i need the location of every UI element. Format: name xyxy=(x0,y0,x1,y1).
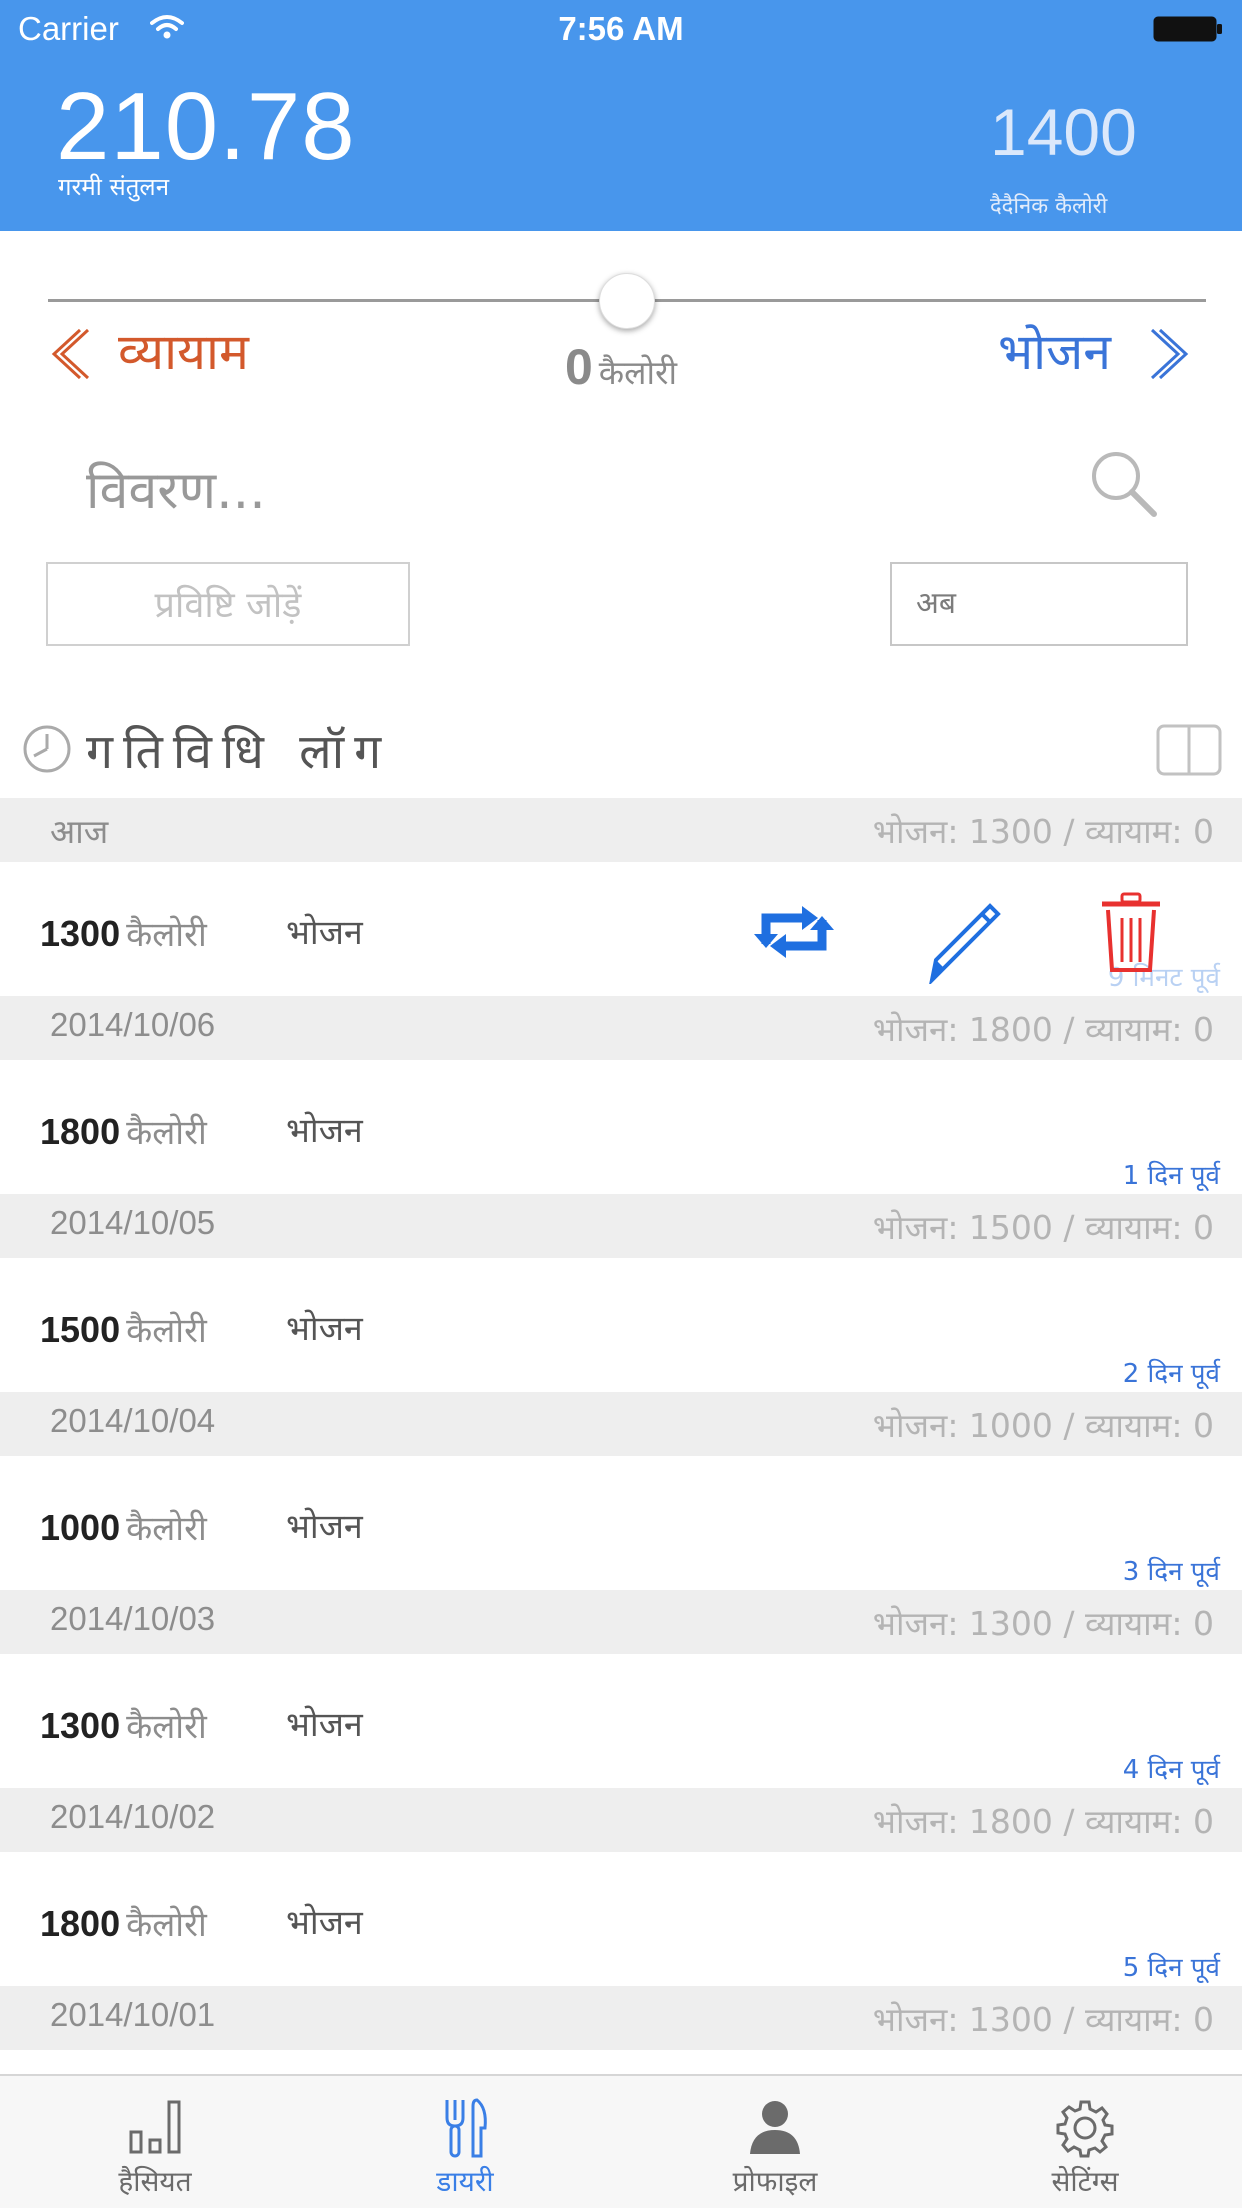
book-icon[interactable] xyxy=(1156,724,1222,776)
person-icon xyxy=(750,2101,800,2154)
log-entry-row[interactable]: 1500 कैलोरी भोजन 2 दिन पूर्व xyxy=(0,1258,1242,1392)
heat-balance-label: गरमी संतुलन xyxy=(58,173,170,201)
log-section-header: आज भोजन: 1300 / व्यायाम: 0 xyxy=(0,798,1242,862)
section-date: आज xyxy=(50,813,109,850)
log-entry-row[interactable]: 1800 कैलोरी भोजन 1 दिन पूर्व xyxy=(0,1060,1242,1194)
section-summary: भोजन: 1300 / व्यायाम: 0 xyxy=(872,2000,1214,2039)
daily-calories-value: 1400 xyxy=(990,95,1137,169)
section-summary: भोजन: 1300 / व्यायाम: 0 xyxy=(872,1604,1214,1643)
section-date: 2014/10/01 xyxy=(50,1996,216,2033)
tab-status[interactable]: हैसियत xyxy=(0,2076,310,2208)
entry-calories-value: 1300 xyxy=(40,1705,121,1746)
entry-calories-value: 1800 xyxy=(40,1903,121,1944)
chevron-right-icon[interactable] xyxy=(1150,326,1194,382)
log-entry-row[interactable]: 1300 कैलोरी भोजन 4 दिन पूर्व xyxy=(0,1654,1242,1788)
gear-icon xyxy=(1056,2100,1114,2158)
entry-time-ago: 3 दिन पूर्व xyxy=(1122,1557,1220,1587)
entry-calories-unit: कैलोरी xyxy=(126,1113,207,1153)
section-date: 2014/10/06 xyxy=(50,1006,216,1043)
clock-icon xyxy=(23,725,71,773)
tab-bar: हैसियत डायरी प्रोफाइल सेटिंग्स xyxy=(0,2074,1242,2208)
description-input[interactable] xyxy=(84,450,988,532)
add-entry-button[interactable]: प्रविष्टि जोड़ें xyxy=(46,562,410,646)
bar-chart-icon xyxy=(129,2100,181,2154)
entry-calories-value: 1000 xyxy=(40,1507,121,1548)
log-section-header: 2014/10/01 भोजन: 1300 / व्यायाम: 0 xyxy=(0,1986,1242,2050)
entry-calories: 1800 कैलोरी xyxy=(40,1108,207,1154)
entry-calories-unit: कैलोरी xyxy=(126,1707,207,1747)
entry-calories-value: 1500 xyxy=(40,1309,121,1350)
log-entry-row[interactable]: 1800 कैलोरी भोजन 5 दिन पूर्व xyxy=(0,1852,1242,1986)
entry-time-ago: 1 दिन पूर्व xyxy=(1122,1161,1220,1191)
calorie-amount-value: 0 xyxy=(564,339,593,395)
entry-calories: 1300 कैलोरी xyxy=(40,910,207,956)
entry-calories: 1500 कैलोरी xyxy=(40,1306,207,1352)
entry-time-ago: 5 दिन पूर्व xyxy=(1122,1953,1220,1983)
section-date: 2014/10/03 xyxy=(50,1600,216,1637)
daily-calories-label: दैदैनिक कैलोरी xyxy=(990,194,1108,219)
food-mode-button[interactable]: भोजन xyxy=(998,316,1111,384)
entry-calories: 1000 कैलोरी xyxy=(40,1504,207,1550)
tab-diary[interactable]: डायरी xyxy=(310,2076,620,2208)
log-section-header: 2014/10/03 भोजन: 1300 / व्यायाम: 0 xyxy=(0,1590,1242,1654)
entry-type: भोजन xyxy=(286,1111,363,1151)
entry-type: भोजन xyxy=(286,1309,363,1349)
status-time: 7:56 AM xyxy=(558,10,684,47)
heat-balance-value: 210.78 xyxy=(56,73,356,180)
section-summary: भोजन: 1300 / व्यायाम: 0 xyxy=(872,812,1214,851)
entry-calories-unit: कैलोरी xyxy=(126,1509,207,1549)
edit-icon[interactable] xyxy=(920,894,1010,984)
tab-settings[interactable]: सेटिंग्स xyxy=(930,2076,1240,2208)
time-field[interactable]: अब xyxy=(890,562,1188,646)
tab-profile[interactable]: प्रोफाइल xyxy=(620,2076,930,2208)
section-summary: भोजन: 1500 / व्यायाम: 0 xyxy=(872,1208,1214,1247)
fork-knife-icon xyxy=(445,2098,487,2158)
section-summary: भोजन: 1800 / व्यायाम: 0 xyxy=(872,1010,1214,1049)
log-section-header: 2014/10/05 भोजन: 1500 / व्यायाम: 0 xyxy=(0,1194,1242,1258)
section-date: 2014/10/04 xyxy=(50,1402,216,1439)
log-section-header: 2014/10/06 भोजन: 1800 / व्यायाम: 0 xyxy=(0,996,1242,1060)
entry-type: भोजन xyxy=(286,913,363,953)
log-entry-row[interactable]: 1300 कैलोरी भोजन 9 मिनट पूर्व xyxy=(0,862,1242,996)
summary-header: Carrier 7:56 AM 210.78 गरमी संतुलन 1400 … xyxy=(0,0,1242,231)
log-entry-row[interactable]: 1000 कैलोरी भोजन 3 दिन पूर्व xyxy=(0,1456,1242,1590)
entry-calories-unit: कैलोरी xyxy=(126,1905,207,1945)
battery-icon xyxy=(1153,16,1222,42)
entry-calories-unit: कैलोरी xyxy=(126,915,207,955)
tab-label: प्रोफाइल xyxy=(732,2165,818,2198)
section-summary: भोजन: 1800 / व्यायाम: 0 xyxy=(872,1802,1214,1841)
log-section-header: 2014/10/04 भोजन: 1000 / व्यायाम: 0 xyxy=(0,1392,1242,1456)
entry-calories: 1300 कैलोरी xyxy=(40,1702,207,1748)
calorie-amount-unit: कैलोरी xyxy=(598,353,678,392)
section-summary: भोजन: 1000 / व्यायाम: 0 xyxy=(872,1406,1214,1445)
entry-calories-unit: कैलोरी xyxy=(126,1311,207,1351)
section-date: 2014/10/05 xyxy=(50,1204,216,1241)
log-section-header: 2014/10/02 भोजन: 1800 / व्यायाम: 0 xyxy=(0,1788,1242,1852)
entry-type: भोजन xyxy=(286,1507,363,1547)
section-date: 2014/10/02 xyxy=(50,1798,216,1835)
entry-type: भोजन xyxy=(286,1903,363,1943)
entry-time-ago: 2 दिन पूर्व xyxy=(1122,1359,1220,1389)
repeat-icon[interactable] xyxy=(752,900,836,964)
entry-time-ago: 4 दिन पूर्व xyxy=(1122,1755,1220,1785)
activity-log-title: गतिविधि लॉग xyxy=(86,724,392,780)
tab-label: डायरी xyxy=(436,2165,494,2198)
entry-calories-value: 1800 xyxy=(40,1111,121,1152)
delete-icon[interactable] xyxy=(1096,892,1166,974)
entry-calories-value: 1300 xyxy=(40,913,121,954)
tab-label: हैसियत xyxy=(118,2165,192,2198)
tab-label: सेटिंग्स xyxy=(1051,2165,1119,2198)
entry-type: भोजन xyxy=(286,1705,363,1745)
search-icon[interactable] xyxy=(1088,448,1160,520)
calorie-slider-thumb[interactable] xyxy=(599,273,655,329)
entry-calories: 1800 कैलोरी xyxy=(40,1900,207,1946)
